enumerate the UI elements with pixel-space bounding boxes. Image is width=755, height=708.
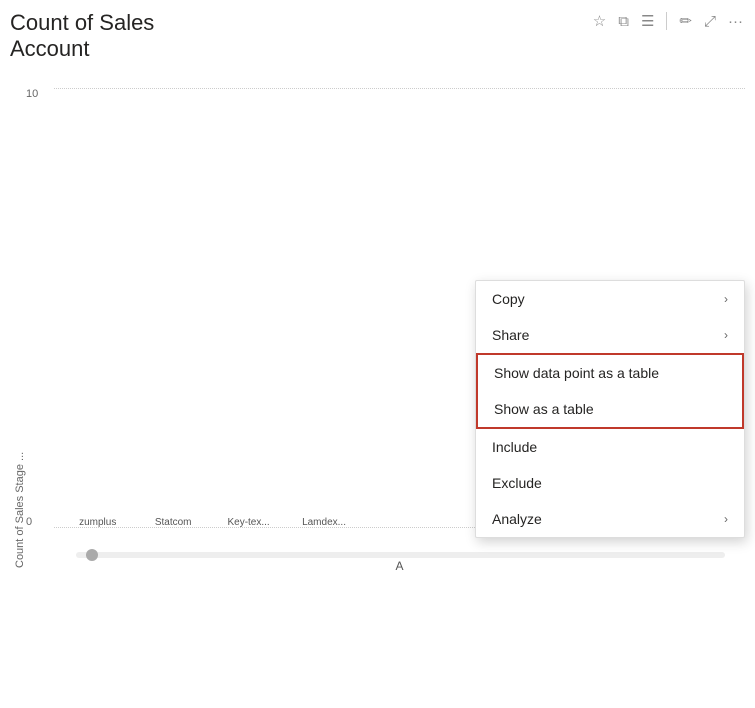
bar-item[interactable]: Lamdex... xyxy=(290,513,357,528)
scrollbar-thumb[interactable] xyxy=(86,549,98,561)
menu-item-copy[interactable]: Copy› xyxy=(476,281,744,317)
menu-item-label: Analyze xyxy=(492,511,724,527)
more-icon[interactable]: ··· xyxy=(726,11,745,32)
bar-item[interactable]: Statcom xyxy=(139,513,206,528)
bar-label: Lamdex... xyxy=(302,517,346,528)
menu-item-label: Exclude xyxy=(492,475,728,491)
bar-item[interactable]: zumplus xyxy=(64,513,131,528)
x-axis-label: A xyxy=(54,559,745,573)
y-axis-ticks: 10 0 xyxy=(26,88,54,528)
bar-label: zumplus xyxy=(79,517,116,528)
bar-label: Statcom xyxy=(155,517,192,528)
chevron-right-icon: › xyxy=(724,328,728,342)
menu-item-label: Copy xyxy=(492,291,724,307)
y-tick-bottom: 0 xyxy=(26,516,54,528)
chart-container: Count of Sales Account ☆ ⧉ ☰ ✏ ⤢ ··· Cou… xyxy=(0,0,755,708)
menu-item-show-data-point-as-a-table[interactable]: Show data point as a table xyxy=(478,355,742,391)
menu-item-show-as-a-table[interactable]: Show as a table xyxy=(478,391,742,427)
menu-item-label: Show as a table xyxy=(494,401,726,417)
menu-item-label: Share xyxy=(492,327,724,343)
title-block: Count of Sales Account xyxy=(10,10,154,63)
copy-icon[interactable]: ⧉ xyxy=(616,11,631,32)
menu-item-share[interactable]: Share› xyxy=(476,317,744,353)
menu-item-label: Show data point as a table xyxy=(494,365,726,381)
header-row: Count of Sales Account ☆ ⧉ ☰ ✏ ⤢ ··· xyxy=(10,10,745,63)
y-tick-top: 10 xyxy=(26,88,54,100)
chevron-right-icon: › xyxy=(724,512,728,526)
toolbar-icons: ☆ ⧉ ☰ ✏ ⤢ ··· xyxy=(591,10,745,32)
context-menu: Copy›Share›Show data point as a tableSho… xyxy=(475,280,745,538)
menu-item-analyze[interactable]: Analyze› xyxy=(476,501,744,537)
highlighted-menu-group: Show data point as a table Show as a tabl… xyxy=(476,353,744,429)
filter-icon[interactable]: ☰ xyxy=(639,10,656,32)
menu-item-label: Include xyxy=(492,439,728,455)
bar-item[interactable]: Key-tex... xyxy=(215,513,282,528)
menu-item-exclude[interactable]: Exclude xyxy=(476,465,744,501)
bar-label: Key-tex... xyxy=(227,517,269,528)
bar-item[interactable] xyxy=(366,524,433,528)
scrollbar-track[interactable] xyxy=(76,552,725,558)
star-icon[interactable]: ☆ xyxy=(591,10,608,32)
y-axis-label: Count of Sales Stage ... xyxy=(10,68,26,588)
toolbar-divider xyxy=(666,12,667,30)
chart-title: Count of Sales xyxy=(10,10,154,36)
chart-subtitle: Account xyxy=(10,36,154,62)
edit-icon[interactable]: ✏ xyxy=(677,10,694,32)
expand-icon[interactable]: ⤢ xyxy=(702,11,718,32)
chevron-right-icon: › xyxy=(724,292,728,306)
menu-item-include[interactable]: Include xyxy=(476,429,744,465)
